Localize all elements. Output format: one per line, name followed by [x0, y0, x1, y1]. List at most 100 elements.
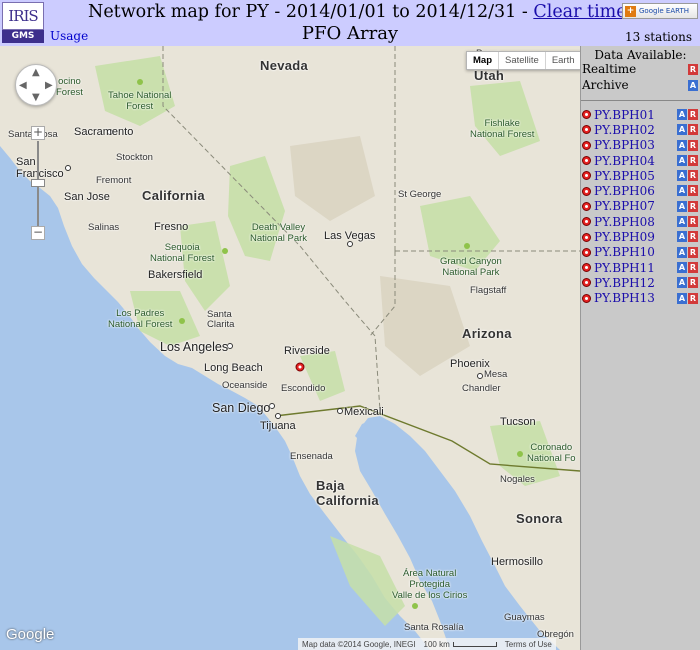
station-link[interactable]: PY.BPH11 [594, 261, 655, 275]
station-link[interactable]: PY.BPH08 [594, 215, 655, 229]
station-marker-icon[interactable] [582, 278, 591, 288]
station-marker-icon[interactable] [582, 293, 591, 303]
realtime-badge-icon[interactable]: R [688, 231, 698, 243]
archive-badge-icon[interactable]: A [677, 154, 687, 166]
pan-up-icon[interactable]: ▲ [32, 68, 40, 78]
zoom-out-button[interactable]: − [31, 226, 45, 240]
label-ensenada: Ensenada [290, 451, 333, 462]
realtime-badge-icon[interactable]: R [688, 185, 698, 197]
archive-badge-icon[interactable]: A [677, 109, 687, 120]
station-row: PY.BPH06 A R [581, 183, 700, 198]
station-link[interactable]: PY.BPH06 [594, 184, 655, 198]
station-row: PY.BPH02 A R [581, 122, 700, 137]
zoom-slider-handle[interactable] [31, 179, 45, 187]
pan-right-icon[interactable]: ▶ [45, 81, 53, 91]
station-link[interactable]: PY.BPH09 [594, 230, 655, 244]
station-marker-icon[interactable] [582, 247, 591, 257]
realtime-badge-icon[interactable]: R [688, 292, 698, 304]
archive-badge-icon[interactable]: A [677, 170, 687, 182]
realtime-badge-icon[interactable]: R [688, 246, 698, 258]
archive-badge-icon[interactable]: A [677, 216, 687, 228]
archive-badge-icon[interactable]: A [677, 200, 687, 212]
station-marker-icon[interactable] [582, 186, 591, 196]
station-data-badges: AR [677, 231, 698, 243]
station-row: PY.BPH04 A R [581, 153, 700, 168]
realtime-badge-icon[interactable]: R [688, 124, 698, 136]
station-link[interactable]: PY.BPH01 [594, 108, 655, 122]
station-marker-icon[interactable] [582, 263, 591, 273]
station-link[interactable]: PY.BPH05 [594, 169, 655, 183]
label-chandler: Chandler [462, 383, 501, 394]
zoom-in-button[interactable]: + [31, 126, 45, 140]
map-type-map-button[interactable]: Map [467, 52, 498, 69]
label-tucson: Tucson [500, 416, 536, 428]
station-link[interactable]: PY.BPH13 [594, 291, 655, 305]
legend-realtime: Realtime R [581, 62, 700, 78]
realtime-badge-icon[interactable]: R [688, 139, 698, 151]
legend-archive-label: Archive [582, 78, 629, 92]
station-link[interactable]: PY.BPH03 [594, 138, 655, 152]
station-link[interactable]: PY.BPH04 [594, 154, 655, 168]
archive-badge-icon[interactable]: A [677, 231, 687, 243]
realtime-badge-icon[interactable]: R [688, 154, 698, 166]
realtime-badge-icon[interactable]: R [688, 216, 698, 228]
scale-bar [452, 641, 497, 647]
realtime-badge-icon[interactable]: R [688, 200, 698, 212]
pan-control[interactable]: ▲ ▼ ◀ ▶ [15, 64, 57, 106]
park-marker-grand-canyon [464, 243, 470, 249]
station-link[interactable]: PY.BPH10 [594, 245, 655, 259]
station-data-badges: AR [677, 292, 698, 304]
realtime-badge-icon[interactable]: R [688, 277, 698, 289]
label-area-natural: Área Natural Protegida Valle de los Ciri… [392, 568, 468, 601]
station-marker-icon[interactable] [582, 156, 591, 166]
label-mesa: Mesa [484, 369, 508, 380]
city-dot-las-vegas [347, 241, 353, 247]
label-san-francisco: San Francisco [16, 156, 64, 180]
station-row: PY.BPH01 A R [581, 107, 700, 122]
map-type-earth-button[interactable]: Earth [544, 52, 580, 69]
station-marker-icon[interactable] [582, 201, 591, 211]
archive-badge-icon[interactable]: A [677, 246, 687, 258]
archive-badge-icon[interactable]: A [677, 292, 687, 304]
station-marker-icon[interactable] [582, 140, 591, 150]
label-san-diego: San Diego [212, 401, 271, 415]
terms-of-use-link[interactable]: Terms of Use [505, 640, 552, 649]
station-marker-icon[interactable] [582, 171, 591, 181]
label-sonora: Sonora [516, 511, 563, 526]
pan-down-icon[interactable]: ▼ [32, 93, 40, 103]
station-data-badges: AR [677, 170, 698, 182]
map-type-satellite-button[interactable]: Satellite [498, 52, 545, 69]
data-available-heading: Data Available: [594, 48, 687, 62]
google-earth-button[interactable]: + Google EARTH [622, 3, 698, 19]
station-marker-icon[interactable] [582, 110, 591, 120]
archive-badge-icon[interactable]: A [677, 277, 687, 289]
label-sacramento: Sacramento [74, 126, 134, 138]
pan-left-icon[interactable]: ◀ [19, 81, 27, 91]
station-link[interactable]: PY.BPH07 [594, 199, 655, 213]
station-link[interactable]: PY.BPH12 [594, 276, 655, 290]
label-stockton: Stockton [116, 152, 153, 163]
network-map[interactable]: Nevada Utah California Arizona Baja Cali… [0, 46, 580, 650]
label-death-valley: Death Valley National Park [250, 222, 308, 244]
station-marker-icon[interactable] [582, 232, 591, 242]
archive-badge-icon[interactable]: A [677, 185, 687, 197]
station-marker-icon[interactable] [582, 217, 591, 227]
realtime-badge-icon[interactable]: R [688, 261, 698, 273]
map-type-selector: Map Satellite Earth [466, 51, 580, 70]
label-los-padres: Los Padres National Forest [108, 308, 173, 330]
archive-badge-icon[interactable]: A [677, 124, 687, 136]
google-logo[interactable]: Google [6, 626, 54, 643]
label-guaymas: Guaymas [504, 612, 545, 623]
station-row: PY.BPH07 A R [581, 199, 700, 214]
station-link[interactable]: PY.BPH02 [594, 123, 655, 137]
label-utah: Utah [474, 68, 505, 83]
station-marker-icon[interactable] [582, 125, 591, 135]
station-data-badges: AR [677, 139, 698, 151]
archive-badge-icon[interactable]: A [677, 261, 687, 273]
realtime-badge-icon[interactable]: R [688, 170, 698, 182]
page-header: IRIS GMS Usage Network map for PY - 2014… [0, 0, 700, 46]
label-escondido: Escondido [281, 383, 326, 394]
archive-badge-icon: A [688, 80, 698, 91]
realtime-badge-icon[interactable]: R [688, 109, 698, 120]
archive-badge-icon[interactable]: A [677, 139, 687, 151]
